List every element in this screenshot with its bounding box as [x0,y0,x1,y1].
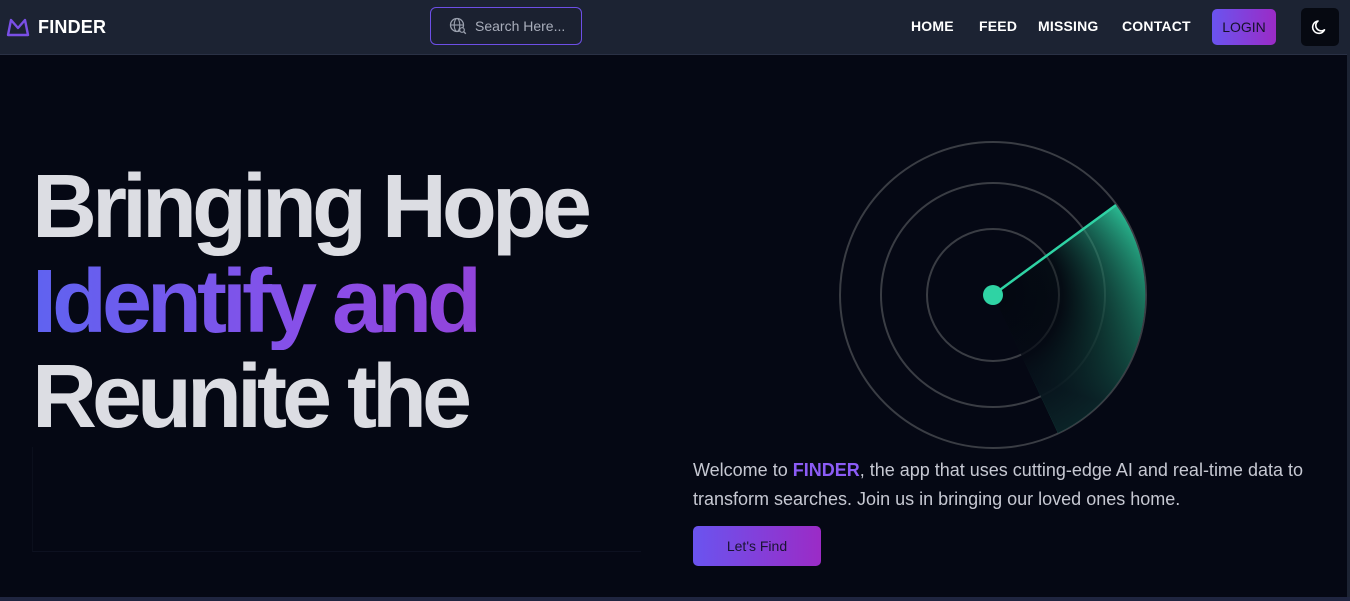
description-brand: FINDER [792,460,860,480]
radar-center-dot [983,285,1003,305]
radar-icon [839,141,1147,449]
logo-text: FINDER [38,16,107,37]
description-prefix: Welcome to [693,460,793,480]
login-button[interactable]: LOGIN [1212,9,1276,45]
faint-frame [32,447,641,552]
headline-line-2: Identify and [32,255,672,350]
search-input[interactable] [475,18,575,34]
nav-home-link[interactable]: HOME [911,18,954,34]
lets-find-button[interactable]: Let's Find [693,526,821,566]
nav-feed-link[interactable]: FEED [979,18,1017,34]
hero-description: Welcome to FINDER, the app that uses cut… [693,456,1303,514]
headline-line-1: Bringing Hope [32,157,592,257]
globe-search-icon [449,17,467,35]
theme-toggle-button[interactable] [1301,8,1339,46]
nav-missing-link[interactable]: MISSING [1038,18,1099,34]
search-bar[interactable] [430,7,582,45]
nav-contact-link[interactable]: CONTACT [1122,18,1191,34]
logo[interactable]: FINDER [6,14,106,40]
navbar: FINDER HOME FEED MISSING CONTACT LOGIN [0,0,1350,55]
bottom-divider [0,597,1350,601]
finder-logo-icon [6,18,30,37]
hero-headline: Bringing Hope Identify and Reunite the [32,160,672,445]
moon-icon [1311,20,1326,35]
headline-line-3: Reunite the [32,347,472,447]
